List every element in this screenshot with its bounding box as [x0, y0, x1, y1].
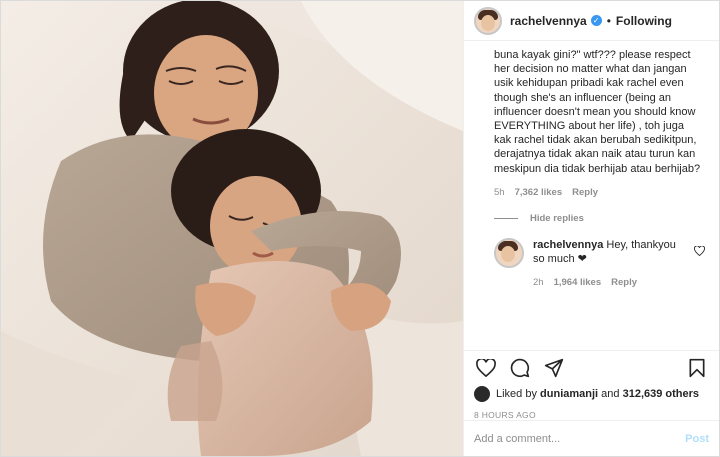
share-icon[interactable]: [542, 356, 566, 380]
action-bar: [464, 350, 719, 384]
liked-by-prefix: Liked by: [496, 388, 537, 400]
bookmark-icon[interactable]: [685, 356, 709, 380]
comment-likes[interactable]: 7,362 likes: [515, 187, 563, 198]
reply-username[interactable]: rachelvennya: [533, 239, 603, 251]
username-link[interactable]: rachelvennya: [510, 14, 587, 28]
liker-username[interactable]: duniamanji: [540, 388, 598, 400]
liked-and: and: [601, 388, 620, 400]
others-count[interactable]: 312,639 others: [623, 388, 699, 400]
comment-reply-button[interactable]: Reply: [572, 187, 598, 198]
add-comment-bar: Add a comment... Post: [464, 420, 719, 456]
instagram-post-window: rachelvennya ✓ • Following buna kayak gi…: [0, 0, 720, 457]
heart-icon[interactable]: [474, 356, 498, 380]
reply-avatar[interactable]: [494, 237, 524, 268]
hide-replies-label: Hide replies: [530, 212, 584, 224]
reply-time[interactable]: 2h: [533, 277, 544, 288]
separator-dot: •: [606, 13, 611, 28]
comment-text: buna kayak gini?" wtf??? please respect …: [494, 49, 701, 175]
post-photo[interactable]: [1, 1, 463, 456]
hide-replies-toggle[interactable]: Hide replies: [494, 213, 709, 224]
post-timestamp: 8 HOURS AGO: [474, 410, 536, 420]
comment-time[interactable]: 5h: [494, 187, 505, 198]
reply-likes[interactable]: 1,964 likes: [554, 277, 602, 288]
reply-reply-button[interactable]: Reply: [611, 277, 637, 288]
reply-meta: 2h 1,964 likes Reply: [533, 277, 709, 288]
comment-meta: 5h 7,362 likes Reply: [494, 187, 709, 198]
hide-replies-line: [494, 217, 518, 219]
add-comment-input[interactable]: Add a comment...: [474, 433, 560, 445]
verified-badge-icon: ✓: [590, 15, 602, 26]
heart-outline-icon[interactable]: [694, 245, 705, 259]
post-header: rachelvennya ✓ • Following: [464, 1, 719, 41]
likes-line: Liked by duniamanji and 312,639 others: [464, 384, 719, 402]
post-button[interactable]: Post: [685, 433, 709, 445]
liker-avatar[interactable]: [474, 386, 490, 402]
reply-item: rachelvennya Hey, thankyou so much ❤: [494, 237, 709, 268]
following-button[interactable]: Following: [616, 14, 672, 28]
comment-icon[interactable]: [508, 356, 532, 380]
post-side-panel: rachelvennya ✓ • Following buna kayak gi…: [463, 1, 719, 456]
reply-body: rachelvennya Hey, thankyou so much ❤: [533, 238, 683, 268]
user-avatar[interactable]: [474, 6, 502, 35]
comments-section: buna kayak gini?" wtf??? please respect …: [464, 41, 719, 350]
